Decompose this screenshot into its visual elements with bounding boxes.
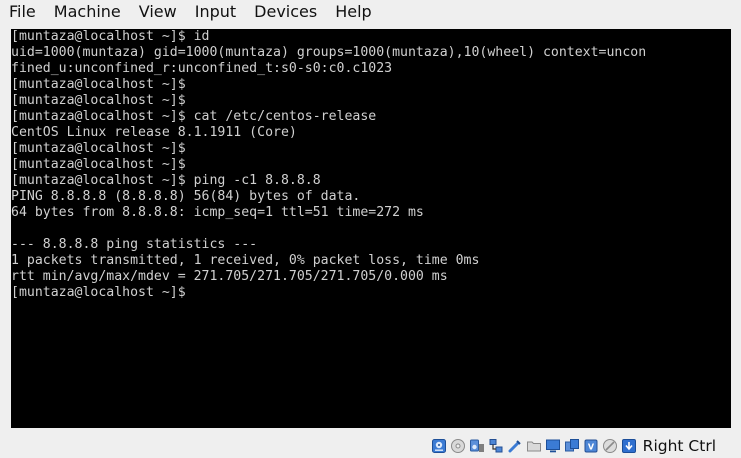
console-line: [muntaza@localhost ~]$ [11,141,186,156]
console-line: [muntaza@localhost ~]$ [11,285,186,300]
menu-bar: File Machine View Input Devices Help [0,0,741,24]
console-output: [muntaza@localhost ~]$ id uid=1000(muntaz… [11,29,731,301]
status-bar: V Right Ctrl [0,434,741,458]
menu-input[interactable]: Input [186,1,245,23]
console-line: PING 8.8.8.8 (8.8.8.8) 56(84) bytes of d… [11,189,361,204]
hard-disk-icon[interactable] [431,438,447,454]
video-capture-icon[interactable] [564,438,580,454]
console-line: [muntaza@localhost ~]$ id [11,29,210,44]
mouse-integration-icon[interactable] [602,438,618,454]
svg-text:V: V [588,443,595,452]
optical-drive-icon[interactable] [450,438,466,454]
console-line: [muntaza@localhost ~]$ cat /etc/centos-r… [11,109,377,124]
console-line: [muntaza@localhost ~]$ ping -c1 8.8.8.8 [11,173,321,188]
keyboard-capture-icon[interactable] [621,438,637,454]
console-line: [muntaza@localhost ~]$ [11,93,186,108]
audio-icon[interactable] [469,438,485,454]
host-key-label: Right Ctrl [642,437,716,455]
display-icon[interactable] [545,438,561,454]
status-icons: V [431,438,637,454]
network-icon[interactable] [488,438,504,454]
menu-machine[interactable]: Machine [45,1,130,23]
console-line: [muntaza@localhost ~]$ [11,77,186,92]
virtualbox-vm-window: File Machine View Input Devices Help [mu… [0,0,741,458]
shared-folders-icon[interactable] [526,438,542,454]
console-line: 1 packets transmitted, 1 received, 0% pa… [11,253,480,268]
console-line: CentOS Linux release 8.1.1911 (Core) [11,125,297,140]
console-line: 64 bytes from 8.8.8.8: icmp_seq=1 ttl=51… [11,205,424,220]
menu-view[interactable]: View [130,1,186,23]
menu-help[interactable]: Help [326,1,380,23]
menu-file[interactable]: File [0,1,45,23]
virtualization-icon[interactable]: V [583,438,599,454]
console-line: uid=1000(muntaza) gid=1000(muntaza) grou… [11,45,647,60]
guest-console-screen[interactable]: [muntaza@localhost ~]$ id uid=1000(muntaz… [11,29,731,428]
menu-devices[interactable]: Devices [245,1,326,23]
console-line: rtt min/avg/max/mdev = 271.705/271.705/2… [11,269,448,284]
console-line: --- 8.8.8.8 ping statistics --- [11,237,258,252]
console-line: [muntaza@localhost ~]$ [11,157,186,172]
usb-icon[interactable] [507,438,523,454]
console-line: fined_u:unconfined_r:unconfined_t:s0-s0:… [11,61,393,76]
